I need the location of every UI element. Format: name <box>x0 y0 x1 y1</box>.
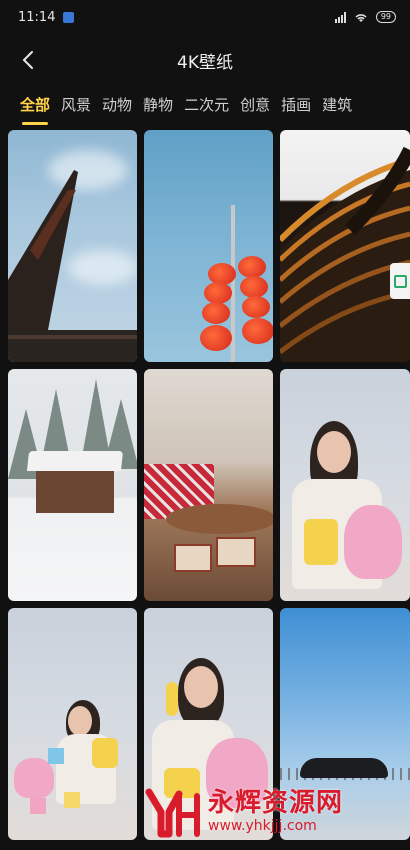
toy-block <box>64 792 80 808</box>
category-tabs: 全部 风景 动物 静物 二次元 创意 插画 建筑 <box>0 90 410 126</box>
watermark-logo <box>144 788 202 838</box>
yh-logo-icon <box>145 788 200 838</box>
lantern-shape <box>204 282 232 304</box>
toy-block <box>48 748 64 764</box>
elephant-toy <box>344 505 402 579</box>
wifi-icon <box>355 13 367 22</box>
tab-architecture[interactable]: 建筑 <box>322 90 352 119</box>
lantern-shape <box>202 302 230 324</box>
gift-box <box>174 544 212 572</box>
watermark-title: 永辉资源网 <box>208 788 344 818</box>
lantern-shape <box>238 256 266 278</box>
lantern-shape <box>240 276 268 298</box>
watermark-url: www.yhkjjj.com <box>208 818 317 834</box>
cabin-shape <box>36 467 114 513</box>
wallpaper-tile-portrait-2[interactable] <box>8 608 137 840</box>
tab-illustration[interactable]: 插画 <box>281 90 311 119</box>
toy-block <box>30 798 46 814</box>
wallpaper-tile-building[interactable] <box>280 130 410 362</box>
app-notification-icon <box>63 11 75 23</box>
battery-icon: 99 <box>375 11 396 23</box>
tab-landscape[interactable]: 风景 <box>61 90 91 119</box>
square-icon <box>393 274 407 288</box>
lantern-shape <box>242 296 270 318</box>
watermark: 永辉资源网 www.yhkjjj.com <box>144 788 406 844</box>
gift-box <box>216 537 256 567</box>
phone-receiver <box>166 682 178 716</box>
signal-icon <box>334 11 346 23</box>
cabin-roof <box>26 451 124 471</box>
lantern-shape <box>242 318 273 344</box>
page-title: 4K壁纸 <box>177 53 233 73</box>
face-shape <box>68 706 92 736</box>
elephant-toy <box>14 758 54 798</box>
wallpaper-tile-portrait-1[interactable] <box>280 369 410 601</box>
wallpaper-tile-pagoda[interactable] <box>8 130 137 362</box>
tab-still-life[interactable]: 静物 <box>143 90 173 119</box>
face-shape <box>184 666 218 708</box>
spiral-building <box>280 146 410 362</box>
header: 4K壁纸 <box>0 38 410 82</box>
wallpaper-tile-snow-cabin[interactable] <box>8 369 137 601</box>
car-shape <box>300 758 388 778</box>
phone-prop <box>304 519 338 565</box>
wallpaper-tile-table[interactable] <box>144 369 273 601</box>
pagoda-silhouette <box>8 170 137 362</box>
tab-animals[interactable]: 动物 <box>102 90 132 119</box>
status-time: 11:14 <box>18 9 56 25</box>
tab-creative[interactable]: 创意 <box>240 90 270 119</box>
face-shape <box>317 431 351 473</box>
status-bar: 11:14 99 <box>0 0 410 34</box>
tab-all[interactable]: 全部 <box>20 90 50 125</box>
wallpaper-tile-lanterns[interactable] <box>144 130 273 362</box>
tab-anime[interactable]: 二次元 <box>184 90 229 119</box>
lantern-shape <box>200 325 232 351</box>
table-shape <box>166 504 273 534</box>
phone-prop <box>92 738 118 768</box>
side-float-button[interactable] <box>390 263 410 299</box>
